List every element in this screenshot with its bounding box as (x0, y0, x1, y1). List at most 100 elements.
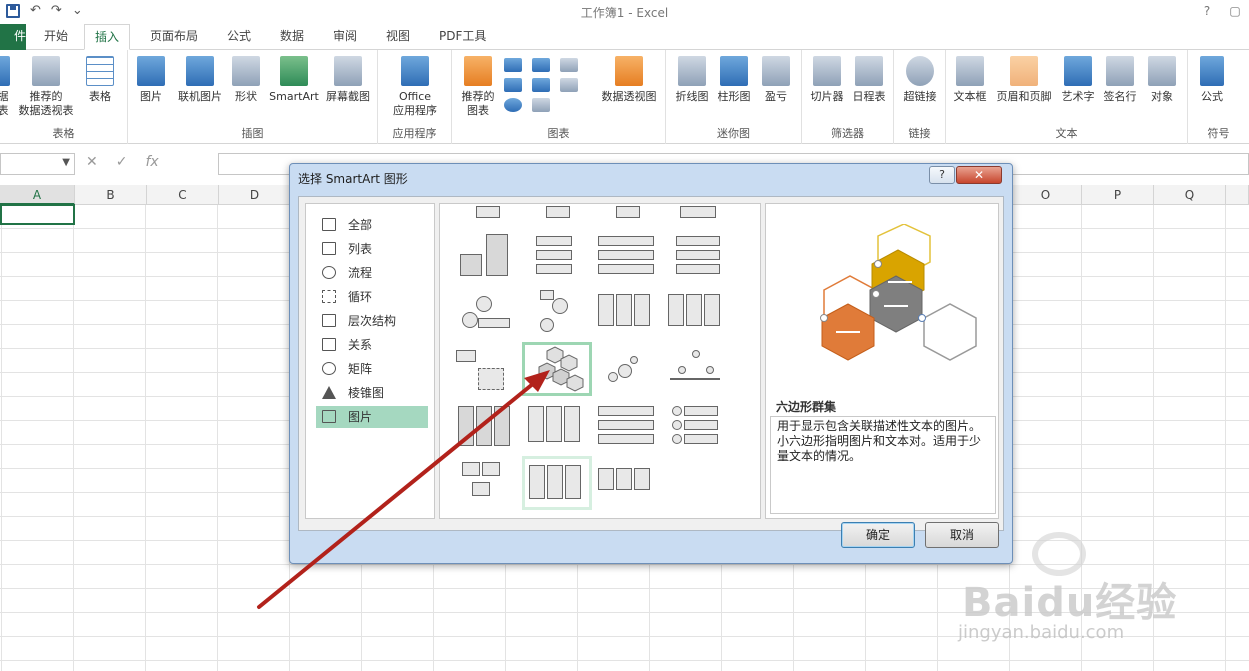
smartart-button[interactable]: SmartArt (266, 56, 322, 104)
category-all[interactable]: 全部 (316, 214, 428, 236)
recommended-pivot-button[interactable]: 推荐的 数据透视表 (14, 56, 78, 118)
sparkline-winloss-icon (762, 56, 790, 86)
tab-view[interactable]: 视图 (376, 24, 420, 50)
layout-gallery[interactable]: ▲ ▼ (439, 203, 761, 519)
category-pyramid[interactable]: 棱锥图 (316, 382, 428, 404)
layout-thumbnail[interactable] (664, 230, 734, 284)
layout-thumbnail[interactable] (524, 288, 594, 342)
column-header-d[interactable]: D (219, 185, 291, 205)
category-hierarchy[interactable]: 层次结构 (316, 310, 428, 332)
online-picture-icon (186, 56, 214, 86)
layout-thumbnail[interactable] (522, 456, 592, 510)
area-chart-icon[interactable] (532, 78, 550, 92)
enter-entry-icon[interactable]: ✓ (116, 154, 128, 170)
layout-thumbnail[interactable] (594, 230, 664, 284)
tab-page-layout[interactable]: 页面布局 (140, 24, 208, 50)
dialog-close-button[interactable]: ✕ (956, 166, 1002, 184)
tab-home[interactable]: 开始 (34, 24, 78, 50)
tab-review[interactable]: 审阅 (323, 24, 367, 50)
layout-thumbnail[interactable] (454, 458, 524, 512)
restore-ribbon-button[interactable]: ▢ (1221, 0, 1249, 22)
layout-thumbnail[interactable] (594, 344, 664, 398)
stock-chart-icon[interactable] (560, 58, 578, 72)
screenshot-button[interactable]: 屏幕截图 (322, 56, 374, 104)
radar-chart-icon[interactable] (560, 78, 578, 92)
preview-title: 六边形群集 (776, 400, 837, 414)
column-header-o[interactable]: O (1010, 185, 1082, 205)
category-process[interactable]: 流程 (316, 262, 428, 284)
scatter-chart-icon[interactable] (532, 98, 550, 112)
cancel-entry-icon[interactable]: ✕ (86, 154, 98, 170)
active-cell[interactable] (0, 204, 75, 225)
group-label: 应用程序 (392, 127, 437, 140)
category-cycle[interactable]: 循环 (316, 286, 428, 308)
layout-thumbnail[interactable] (454, 344, 524, 398)
tab-insert[interactable]: 插入 (84, 24, 131, 50)
group-label: 链接 (908, 127, 931, 140)
tab-data[interactable]: 数据 (270, 24, 314, 50)
column-chart-icon[interactable] (504, 58, 522, 72)
signature-line-button[interactable]: 签名行 (1100, 56, 1140, 104)
column-header-b[interactable]: B (75, 185, 147, 205)
layout-thumbnail[interactable] (664, 402, 734, 456)
ok-button[interactable]: 确定 (841, 522, 915, 548)
office-icon (401, 56, 429, 86)
tab-file[interactable]: 件 (0, 24, 26, 50)
tab-pdf-tools[interactable]: PDF工具 (429, 24, 496, 50)
object-button[interactable]: 对象 (1142, 56, 1182, 104)
sparkline-winloss-button[interactable]: 盈亏 (758, 56, 794, 104)
layout-thumbnail[interactable] (454, 230, 524, 284)
chevron-down-icon[interactable]: ▼ (62, 157, 70, 168)
picture-button[interactable]: 图片 (134, 56, 168, 104)
layout-thumbnail[interactable] (594, 458, 664, 512)
layout-thumbnail[interactable] (454, 288, 524, 342)
preview-pane: 六边形群集 用于显示包含关联描述性文本的图片。小六边形指明图片和文本对。适用于少… (765, 203, 999, 519)
pie-chart-icon[interactable] (504, 98, 522, 112)
category-relationship[interactable]: 关系 (316, 334, 428, 356)
office-apps-button[interactable]: Office 应用程序 (384, 56, 446, 118)
layout-thumbnail[interactable] (664, 344, 734, 398)
column-header-q[interactable]: Q (1154, 185, 1226, 205)
category-matrix[interactable]: 矩阵 (316, 358, 428, 380)
slicer-button[interactable]: 切片器 (806, 56, 848, 104)
category-list-item[interactable]: 列表 (316, 238, 428, 260)
header-footer-button[interactable]: 页眉和页脚 (992, 56, 1056, 104)
wordart-button[interactable]: 艺术字 (1058, 56, 1098, 104)
line-chart-icon[interactable] (504, 78, 522, 92)
pivot-table-button[interactable]: 据 表 (0, 56, 12, 118)
column-header-p[interactable]: P (1082, 185, 1154, 205)
sparkline-line-button[interactable]: 折线图 (672, 56, 712, 104)
tab-formulas[interactable]: 公式 (217, 24, 261, 50)
layout-thumbnail[interactable] (524, 402, 594, 456)
recommended-charts-button[interactable]: 推荐的 图表 (456, 56, 500, 118)
name-box[interactable]: ▼ (0, 153, 75, 175)
hexagon-cluster-thumbnail[interactable] (522, 342, 592, 396)
hyperlink-button[interactable]: 超链接 (900, 56, 940, 104)
column-header-c[interactable]: C (147, 185, 219, 205)
layout-thumbnail[interactable] (594, 402, 664, 456)
column-header-r[interactable] (1226, 185, 1249, 205)
shapes-button[interactable]: 形状 (230, 56, 262, 104)
group-label: 筛选器 (831, 127, 864, 140)
cycle-icon (322, 290, 336, 303)
insert-function-icon[interactable]: fx (145, 154, 158, 170)
dialog-help-button[interactable]: ? (929, 166, 955, 184)
chart-types-grid[interactable] (504, 56, 588, 112)
sparkline-column-button[interactable]: 柱形图 (714, 56, 754, 104)
table-button[interactable]: 表格 (82, 56, 118, 104)
hierarchy-icon (322, 314, 336, 327)
online-picture-button[interactable]: 联机图片 (172, 56, 228, 104)
category-picture[interactable]: 图片 (316, 406, 428, 428)
textbox-button[interactable]: 文本框 (950, 56, 990, 104)
pivot-chart-icon (615, 56, 643, 86)
help-button[interactable]: ? (1193, 0, 1221, 22)
equation-button[interactable]: 公式 (1194, 56, 1230, 104)
timeline-button[interactable]: 日程表 (848, 56, 890, 104)
column-header-a[interactable]: A (0, 185, 75, 205)
layout-thumbnail[interactable] (664, 288, 734, 342)
layout-thumbnail[interactable] (524, 230, 594, 284)
bar-chart-icon[interactable] (532, 58, 550, 72)
layout-thumbnail[interactable] (454, 402, 524, 456)
pivot-chart-button[interactable]: 数据透视图 (598, 56, 660, 104)
layout-thumbnail[interactable] (594, 288, 664, 342)
